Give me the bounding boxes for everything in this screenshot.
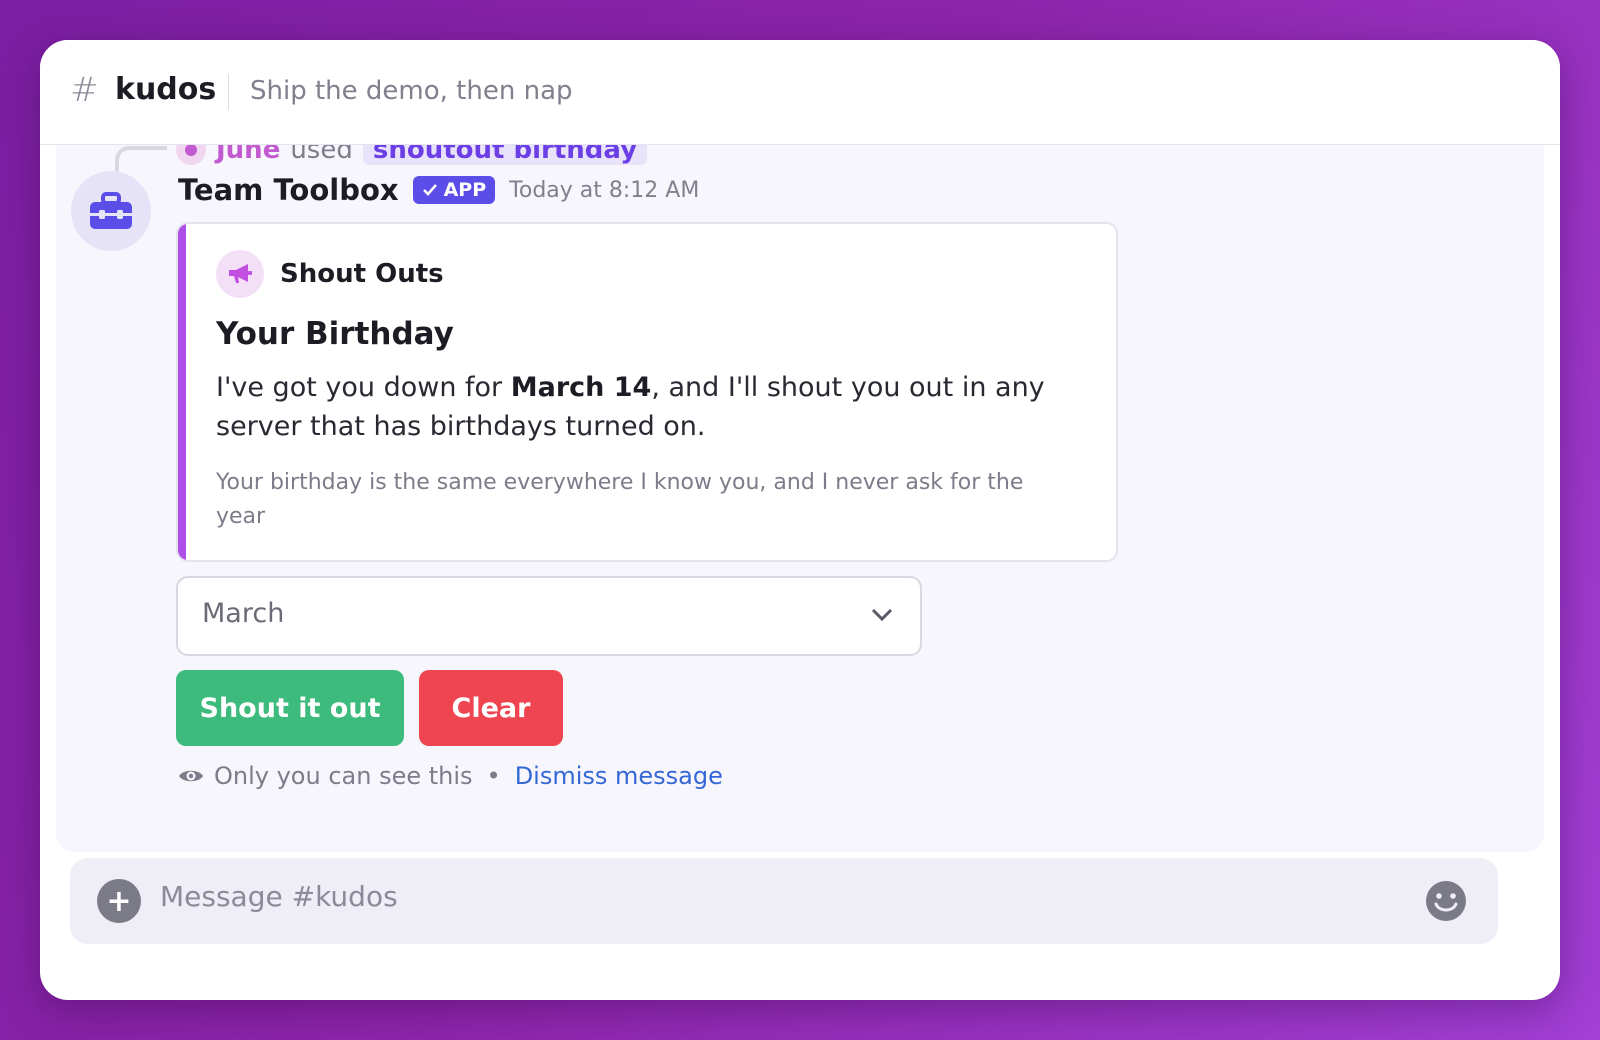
user-avatar[interactable] bbox=[176, 144, 206, 165]
month-select-value: March bbox=[202, 598, 285, 629]
embed-body-prefix: I've got you down for bbox=[216, 372, 511, 403]
hash-icon: # bbox=[70, 70, 99, 110]
embed-footnote: Your birthday is the same everywhere I k… bbox=[216, 470, 1024, 529]
channel-topic: Ship the demo, then nap bbox=[250, 76, 573, 106]
toolbox-icon bbox=[90, 192, 132, 229]
user-glyph-icon bbox=[185, 144, 197, 156]
plus-icon[interactable]: + bbox=[97, 879, 141, 923]
embed-header: Shout Outs bbox=[216, 250, 444, 298]
megaphone-icon bbox=[216, 250, 264, 298]
ephemeral-text: Only you can see this bbox=[214, 762, 473, 790]
embed-heading: Your Birthday bbox=[216, 316, 454, 352]
message-input[interactable]: Message #kudos bbox=[160, 880, 398, 913]
bot-name[interactable]: Team Toolbox bbox=[178, 173, 399, 207]
bot-avatar[interactable] bbox=[71, 171, 151, 251]
context-username[interactable]: June bbox=[216, 144, 280, 165]
embed-accent-bar bbox=[178, 224, 186, 560]
embed-card: Shout Outs Your Birthday I've got you do… bbox=[176, 222, 1118, 562]
app-window: # kudos Ship the demo, then nap June use… bbox=[40, 40, 1560, 1000]
month-select[interactable]: March bbox=[176, 576, 922, 656]
embed-body: I've got you down for March 14, and I'll… bbox=[216, 368, 1076, 446]
header-divider bbox=[228, 74, 229, 110]
message-timestamp[interactable]: Today at 8:12 AM bbox=[509, 178, 699, 203]
command-context: June used shoutout birthday bbox=[176, 144, 648, 170]
eye-icon bbox=[179, 770, 203, 782]
app-badge: APP bbox=[412, 176, 496, 204]
embed-body-date: March 14 bbox=[510, 372, 652, 403]
app-badge-label: APP bbox=[443, 179, 487, 201]
message-area: June used shoutout birthday Team Toolbox… bbox=[56, 144, 1544, 852]
dismiss-message-link[interactable]: Dismiss message bbox=[515, 762, 723, 790]
message-composer[interactable]: + Message #kudos bbox=[70, 858, 1498, 944]
channel-name[interactable]: kudos bbox=[115, 72, 216, 107]
ephemeral-notice: Only you can see this • Dismiss message bbox=[178, 756, 723, 796]
context-command[interactable]: shoutout birthday bbox=[362, 144, 648, 165]
ephemeral-separator: • bbox=[486, 762, 501, 790]
check-icon bbox=[422, 184, 437, 196]
clear-button[interactable]: Clear bbox=[419, 670, 563, 746]
smiley-icon[interactable] bbox=[1424, 879, 1468, 923]
context-used-label: used bbox=[290, 144, 353, 165]
chevron-down-icon bbox=[871, 608, 893, 622]
shout-it-out-button[interactable]: Shout it out bbox=[176, 670, 404, 746]
message-meta: Team Toolbox APP Today at 8:12 AM bbox=[178, 170, 699, 210]
channel-header: # kudos Ship the demo, then nap bbox=[40, 40, 1560, 145]
embed-title: Shout Outs bbox=[280, 259, 444, 289]
